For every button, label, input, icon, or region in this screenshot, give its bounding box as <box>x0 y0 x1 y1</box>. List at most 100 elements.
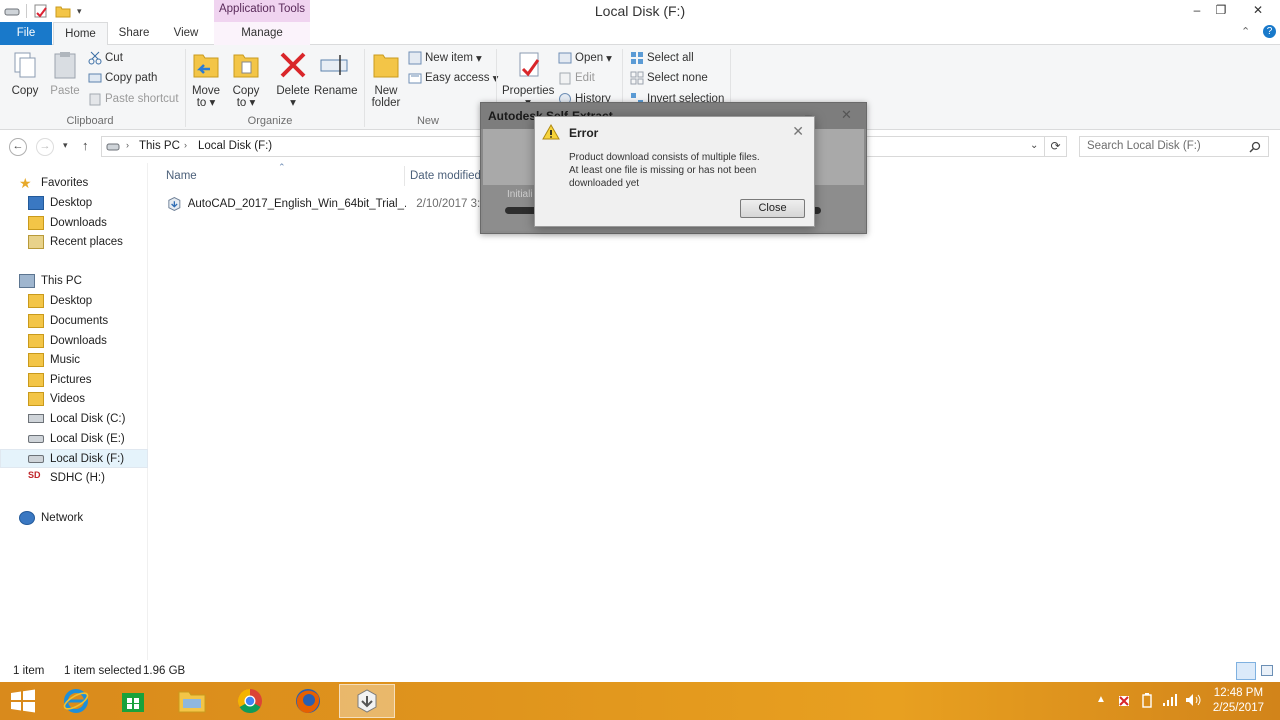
breadcrumb-this-pc[interactable]: This PC <box>139 140 180 152</box>
title-bar: ▾ Application Tools Local Disk (F:) ‒ ❐ … <box>0 0 1280 22</box>
properties-button[interactable]: Properties▾ <box>502 49 554 109</box>
paste-button[interactable]: Paste <box>46 49 84 97</box>
minimize-button[interactable]: ‒ <box>1184 0 1210 22</box>
edit-button[interactable]: Edit <box>558 69 595 87</box>
group-label-organize: Organize <box>247 115 293 127</box>
properties-icon <box>519 52 540 77</box>
close-icon[interactable]: ✕ <box>792 123 804 140</box>
nav-item-pc-downloads[interactable]: Downloads <box>0 331 148 350</box>
breadcrumb-local-disk-f[interactable]: Local Disk (F:) <box>198 140 272 152</box>
network-signal-icon[interactable] <box>1162 693 1178 707</box>
windows-drive-icon <box>28 414 44 423</box>
table-row[interactable]: AutoCAD_2017_English_Win_64bit_Trial_...… <box>163 194 493 214</box>
drive-icon <box>106 143 120 151</box>
refresh-button[interactable]: ⟳ <box>1045 136 1067 157</box>
windows-logo-icon <box>11 689 35 713</box>
file-name: AutoCAD_2017_English_Win_64bit_Trial_... <box>187 198 407 210</box>
taskbar-file-explorer[interactable] <box>164 684 220 718</box>
action-center-icon[interactable] <box>1117 694 1131 708</box>
nav-item-local-disk-e[interactable]: Local Disk (E:) <box>0 429 148 448</box>
back-button[interactable]: ← <box>9 138 27 156</box>
copy-button[interactable]: Copy <box>6 49 44 97</box>
nav-item-local-disk-c[interactable]: Local Disk (C:) <box>0 409 148 428</box>
folder-icon <box>373 54 399 78</box>
navigation-pane: ★ Favorites Desktop Downloads Recent pla… <box>0 163 148 660</box>
breadcrumb-separator-icon: › <box>126 140 129 150</box>
error-dialog-title: Error <box>569 126 599 140</box>
restore-button[interactable]: ❐ <box>1208 0 1234 22</box>
copy-path-icon <box>88 73 102 83</box>
delete-button[interactable]: Delete ▾ <box>276 49 310 109</box>
store-icon <box>122 693 144 712</box>
search-input[interactable]: Search Local Disk (F:) <box>1079 136 1269 157</box>
nav-this-pc[interactable]: This PC <box>0 271 148 290</box>
selection-count: 1 item selected <box>64 665 142 677</box>
copy-to-button[interactable]: Copy to ▾ <box>230 49 262 109</box>
forward-button[interactable]: → <box>36 138 54 156</box>
select-none-button[interactable]: Select none <box>630 69 708 87</box>
easy-access-button[interactable]: Easy access ▾ <box>408 69 498 87</box>
select-all-icon <box>631 52 643 64</box>
nav-network[interactable]: Network <box>0 508 148 527</box>
show-hidden-icons-button[interactable]: ▲ <box>1096 694 1106 705</box>
taskbar-chrome[interactable] <box>222 684 278 718</box>
close-window-button[interactable]: ✕ <box>1238 0 1278 22</box>
taskbar-internet-explorer[interactable] <box>48 684 104 718</box>
nav-favorites[interactable]: ★ Favorites <box>0 173 148 192</box>
rename-button[interactable]: Rename <box>314 49 357 97</box>
desktop-icon <box>28 195 44 210</box>
taskbar-autodesk-installer[interactable] <box>339 684 395 718</box>
open-button[interactable]: Open ▾ <box>558 49 612 67</box>
tab-share[interactable]: Share <box>110 22 158 45</box>
nav-item-videos[interactable]: Videos <box>0 389 148 408</box>
power-icon[interactable] <box>1140 693 1154 708</box>
ribbon-tabs: File Home Share View Manage ⌃ ? <box>0 22 1280 46</box>
nav-item-music[interactable]: Music <box>0 350 148 369</box>
tab-manage[interactable]: Manage <box>214 22 310 45</box>
details-view-button[interactable] <box>1236 662 1256 680</box>
paste-shortcut-button[interactable]: Paste shortcut <box>88 90 179 108</box>
nav-item-pictures[interactable]: Pictures <box>0 370 148 389</box>
edit-icon <box>559 72 571 85</box>
close-icon[interactable]: ✕ <box>841 107 852 123</box>
clock[interactable]: 12:48 PM 2/25/2017 <box>1213 686 1264 716</box>
nav-item-documents[interactable]: Documents <box>0 311 148 330</box>
nav-item-desktop[interactable]: Desktop <box>0 193 148 212</box>
column-header-name[interactable]: Name <box>166 170 197 182</box>
up-button[interactable]: ↑ <box>82 138 89 153</box>
nav-item-downloads[interactable]: Downloads <box>0 213 148 232</box>
tab-view[interactable]: View <box>162 22 210 45</box>
recent-places-icon <box>28 234 44 249</box>
taskbar-firefox[interactable] <box>280 684 336 718</box>
move-to-button[interactable]: Move to ▾ <box>190 49 222 109</box>
downloads-icon <box>28 333 44 348</box>
nav-item-sdhc-h[interactable]: SD SDHC (H:) <box>0 468 148 487</box>
start-button[interactable] <box>0 684 46 718</box>
nav-item-recent-places[interactable]: Recent places <box>0 232 148 251</box>
new-folder-button[interactable]: New folder <box>368 49 404 109</box>
network-icon <box>19 510 35 525</box>
taskbar-store[interactable] <box>105 684 161 718</box>
recent-locations-icon[interactable]: ▾ <box>63 140 68 151</box>
sort-arrow-icon: ⌃ <box>278 162 286 172</box>
clock-time: 12:48 PM <box>1213 687 1264 699</box>
videos-icon <box>28 391 44 406</box>
nav-item-pc-desktop[interactable]: Desktop <box>0 291 148 310</box>
nav-item-local-disk-f[interactable]: Local Disk (F:) <box>0 449 148 468</box>
column-header-date-modified[interactable]: Date modified <box>410 170 481 182</box>
tab-home[interactable]: Home <box>53 22 108 46</box>
select-all-button[interactable]: Select all <box>630 49 694 67</box>
large-icons-view-button[interactable] <box>1261 665 1273 676</box>
volume-icon[interactable] <box>1185 693 1201 707</box>
error-dialog: Error ✕ Product download consists of mul… <box>534 116 815 227</box>
help-icon[interactable]: ? <box>1263 25 1276 38</box>
close-button[interactable]: Close <box>740 199 805 218</box>
new-item-button[interactable]: New item ▾ <box>408 49 482 67</box>
copy-path-button[interactable]: Copy path <box>88 69 157 87</box>
address-dropdown-icon[interactable]: ⌄ <box>1030 140 1038 151</box>
collapse-ribbon-icon[interactable]: ⌃ <box>1241 25 1250 38</box>
chrome-icon <box>237 689 262 714</box>
tab-file[interactable]: File <box>0 22 52 45</box>
cut-button[interactable]: Cut <box>88 49 123 67</box>
delete-icon <box>280 52 306 78</box>
